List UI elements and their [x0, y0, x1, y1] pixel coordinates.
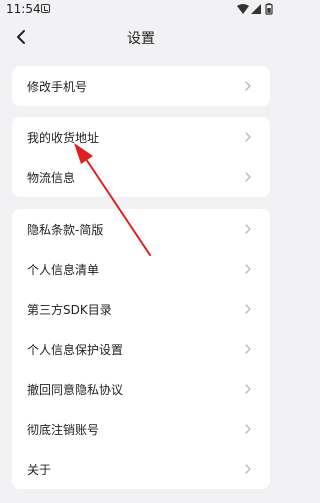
chevron-right-icon	[245, 264, 251, 274]
row-label: 我的收货地址	[27, 131, 100, 145]
wifi-icon	[237, 4, 249, 14]
row-label: 第三方SDK目录	[27, 303, 112, 317]
row-logistics-info[interactable]: 物流信息	[12, 157, 270, 197]
row-privacy-protection-settings[interactable]: 个人信息保护设置	[12, 329, 270, 369]
chevron-right-icon	[245, 172, 251, 182]
row-label: 彻底注销账号	[27, 423, 100, 437]
row-label: 撤回同意隐私协议	[27, 383, 124, 397]
battery-icon	[265, 3, 273, 15]
row-personal-info-list[interactable]: 个人信息清单	[12, 249, 270, 289]
notification-icon	[41, 4, 50, 13]
row-label: 个人信息清单	[27, 263, 100, 277]
row-privacy-summary[interactable]: 隐私条款-简版	[12, 209, 270, 249]
status-time: 11:54	[6, 2, 41, 16]
signal-icon	[251, 4, 261, 14]
settings-card-privacy: 隐私条款-简版 个人信息清单 第三方SDK目录 个人信息保护设置 撤回同意隐私协…	[12, 209, 270, 489]
status-bar: 11:54	[0, 0, 282, 20]
chevron-right-icon	[245, 304, 251, 314]
row-withdraw-consent[interactable]: 撤回同意隐私协议	[12, 369, 270, 409]
row-about[interactable]: 关于	[12, 449, 270, 489]
chevron-right-icon	[245, 464, 251, 474]
row-third-party-sdk[interactable]: 第三方SDK目录	[12, 289, 270, 329]
row-label: 修改手机号	[27, 80, 88, 94]
page-title: 设置	[127, 31, 155, 47]
chevron-right-icon	[245, 132, 251, 142]
nav-bar: 设置	[0, 20, 282, 54]
row-label: 隐私条款-简版	[27, 223, 104, 237]
settings-card-account: 修改手机号	[12, 66, 270, 106]
chevron-right-icon	[245, 81, 251, 91]
row-label: 物流信息	[27, 171, 76, 185]
row-shipping-address[interactable]: 我的收货地址	[12, 117, 270, 157]
chevron-right-icon	[245, 344, 251, 354]
status-icons	[237, 3, 273, 15]
row-delete-account[interactable]: 彻底注销账号	[12, 409, 270, 449]
row-change-phone[interactable]: 修改手机号	[12, 66, 270, 106]
row-label: 关于	[27, 463, 52, 477]
chevron-right-icon	[245, 424, 251, 434]
chevron-right-icon	[245, 224, 251, 234]
chevron-right-icon	[245, 384, 251, 394]
settings-card-shipping: 我的收货地址 物流信息	[12, 117, 270, 197]
row-label: 个人信息保护设置	[27, 343, 124, 357]
